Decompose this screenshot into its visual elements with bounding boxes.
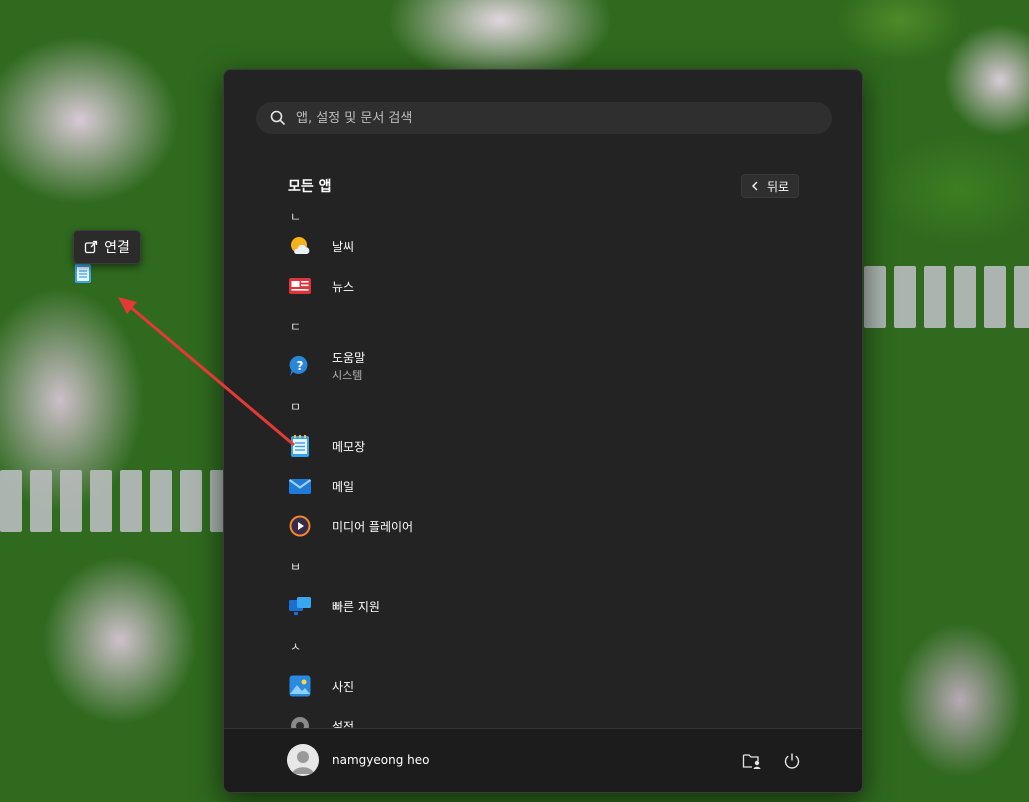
mail-icon [288, 474, 312, 498]
app-item[interactable]: 뉴스 [280, 266, 840, 306]
app-name: 사진 [332, 679, 355, 694]
stepping-stones-left [0, 470, 232, 532]
user-avatar[interactable] [287, 744, 319, 776]
user-icon [292, 751, 314, 774]
app-name: 날씨 [332, 239, 355, 254]
news-icon [288, 274, 312, 298]
start-menu: 모든 앱 뒤로 ㄴ 날씨뉴스 ㄷ? 도움말시스템 ㅁ 메모장메일미디어 플레이어 ㅂ 빠른 지… [223, 69, 863, 793]
letter-header[interactable]: ㅁ [280, 386, 840, 426]
app-name: 빠른 지원 [332, 599, 380, 614]
chevron-left-icon [751, 181, 758, 191]
photos-icon [288, 674, 312, 698]
app-name: 메모장 [332, 439, 366, 454]
app-item[interactable]: 메일 [280, 466, 840, 506]
app-item[interactable]: 메모장 [280, 426, 840, 466]
letter-header[interactable]: ㅂ [280, 546, 840, 586]
search-input[interactable] [296, 110, 832, 126]
media-player-icon [288, 514, 312, 538]
help-icon: ? [288, 354, 312, 378]
back-button[interactable]: 뒤로 [741, 174, 799, 198]
letter-header[interactable]: ㄷ [280, 306, 840, 346]
folder-user-icon [742, 754, 761, 769]
letter-header[interactable]: ㅅ [280, 626, 840, 666]
svg-text:?: ? [297, 359, 304, 373]
notepad-desktop-icon[interactable] [74, 262, 92, 284]
quick-assist-icon [288, 594, 312, 618]
all-apps-list: ㄴ 날씨뉴스 ㄷ? 도움말시스템 ㅁ 메모장메일미디어 플레이어 ㅂ 빠른 지원 ㅅ 사진설정 [280, 208, 840, 730]
notepad-icon [288, 434, 312, 458]
file-explorer-button[interactable] [740, 749, 764, 773]
search-icon [270, 110, 286, 126]
all-apps-title: 모든 앱 [288, 179, 332, 195]
app-item[interactable]: 미디어 플레이어 [280, 506, 840, 546]
link-tooltip: 연결 [73, 230, 141, 264]
app-name: 메일 [332, 479, 355, 494]
external-link-icon [84, 240, 98, 254]
power-icon [784, 753, 800, 769]
back-label: 뒤로 [766, 179, 790, 194]
app-item[interactable]: 빠른 지원 [280, 586, 840, 626]
tooltip-label: 연결 [104, 240, 130, 256]
app-item[interactable]: 날씨 [280, 226, 840, 266]
app-name: 미디어 플레이어 [332, 519, 414, 534]
stepping-stones-right [864, 266, 1029, 328]
app-item[interactable]: ? 도움말시스템 [280, 346, 840, 386]
letter-header[interactable]: ㄴ [280, 208, 840, 226]
start-footer: namgyeong heo [224, 728, 862, 792]
search-box[interactable] [256, 102, 832, 134]
app-item[interactable]: 사진 [280, 666, 840, 706]
app-subtitle: 시스템 [332, 369, 363, 382]
app-name: 도움말 [332, 351, 366, 365]
app-name: 뉴스 [332, 279, 355, 294]
power-button[interactable] [780, 749, 804, 773]
user-name[interactable]: namgyeong heo [332, 753, 429, 767]
weather-icon [288, 234, 312, 258]
app-item[interactable]: 설정 [280, 706, 840, 730]
